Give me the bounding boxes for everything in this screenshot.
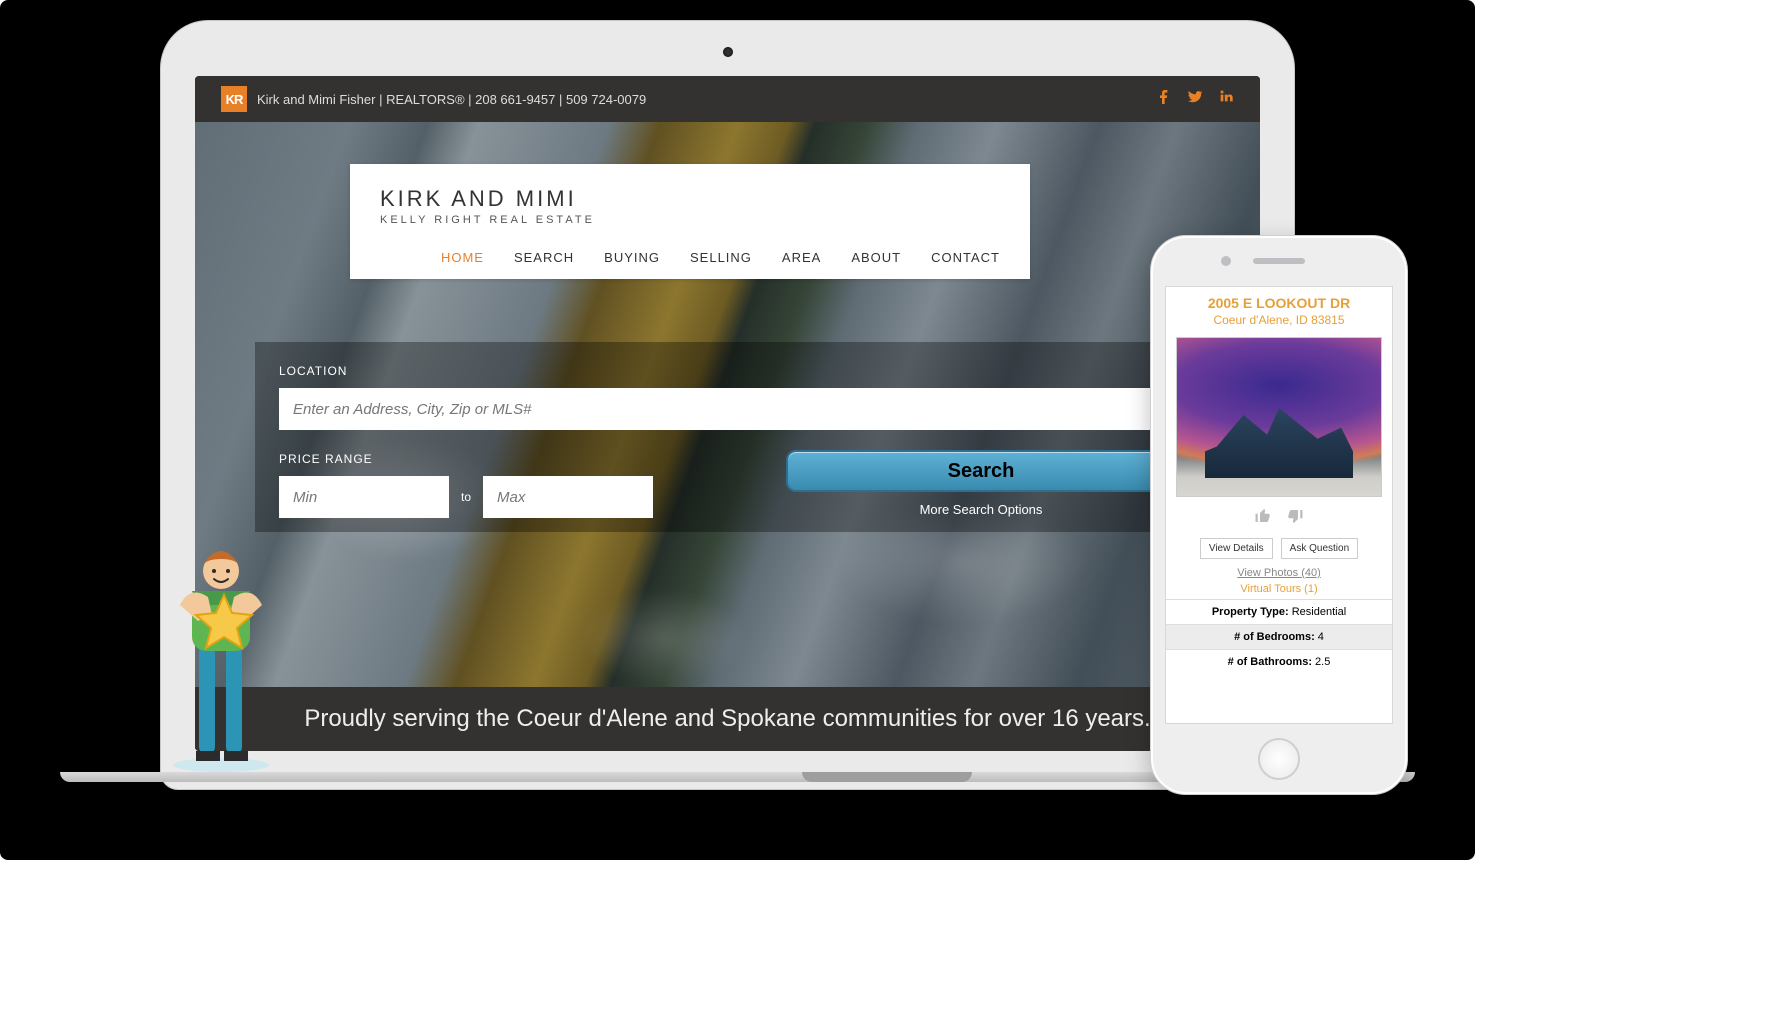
view-photos-link[interactable]: View Photos (40) <box>1166 567 1392 579</box>
search-button[interactable]: Search <box>786 450 1176 492</box>
listing-photo[interactable] <box>1176 337 1382 497</box>
tagline-bar: Proudly serving the Coeur d'Alene and Sp… <box>195 687 1260 751</box>
nav-selling[interactable]: SELLING <box>690 250 752 265</box>
price-to-label: to <box>461 490 471 504</box>
phone-home-button[interactable] <box>1258 738 1300 780</box>
hero-background: KIRK AND MIMI KELLY RIGHT REAL ESTATE HO… <box>195 122 1260 751</box>
spec-row: Property Type: Residential <box>1166 599 1392 624</box>
ask-question-button[interactable]: Ask Question <box>1281 538 1358 559</box>
more-search-options-link[interactable]: More Search Options <box>786 502 1176 517</box>
laptop-camera-icon <box>723 47 733 57</box>
phone-screen: 2005 E LOOKOUT DR Coeur d'Alene, ID 8381… <box>1165 286 1393 724</box>
price-min-input[interactable] <box>279 476 449 518</box>
laptop-trackpad-notch <box>802 772 972 782</box>
nav-home[interactable]: HOME <box>441 250 484 265</box>
main-nav: HOME SEARCH BUYING SELLING AREA ABOUT CO… <box>380 250 1000 265</box>
page-title: KIRK AND MIMI <box>380 186 1000 212</box>
search-panel: LOCATION PRICE RANGE to Search More Sear… <box>255 342 1200 532</box>
view-details-button[interactable]: View Details <box>1200 538 1273 559</box>
nav-search[interactable]: SEARCH <box>514 250 574 265</box>
nav-contact[interactable]: CONTACT <box>931 250 1000 265</box>
nav-card: KIRK AND MIMI KELLY RIGHT REAL ESTATE HO… <box>350 164 1030 279</box>
phone-camera-icon <box>1221 256 1231 266</box>
price-max-input[interactable] <box>483 476 653 518</box>
nav-area[interactable]: AREA <box>782 250 821 265</box>
spec-row: # of Bedrooms: 4 <box>1166 624 1392 649</box>
nav-about[interactable]: ABOUT <box>851 250 901 265</box>
location-label: LOCATION <box>279 364 1176 378</box>
laptop-screen: KR Kirk and Mimi Fisher | REALTORS® | 20… <box>195 76 1260 751</box>
person-with-star-illustration <box>166 543 276 773</box>
thumbs-up-icon[interactable] <box>1254 507 1272 530</box>
brand-logo[interactable]: KR <box>221 86 247 112</box>
location-input[interactable] <box>279 388 1176 430</box>
phone-frame: 2005 E LOOKOUT DR Coeur d'Alene, ID 8381… <box>1150 235 1408 795</box>
thumbs-down-icon[interactable] <box>1286 507 1304 530</box>
page-subtitle: KELLY RIGHT REAL ESTATE <box>380 214 1000 226</box>
contact-summary: Kirk and Mimi Fisher | REALTORS® | 208 6… <box>257 92 646 107</box>
nav-buying[interactable]: BUYING <box>604 250 660 265</box>
spec-row: # of Bathrooms: 2.5 <box>1166 649 1392 674</box>
facebook-icon[interactable] <box>1156 88 1172 111</box>
listing-city[interactable]: Coeur d'Alene, ID 83815 <box>1174 313 1384 327</box>
phone-speaker <box>1253 258 1305 264</box>
virtual-tours-link[interactable]: Virtual Tours (1) <box>1166 583 1392 595</box>
top-bar: KR Kirk and Mimi Fisher | REALTORS® | 20… <box>195 76 1260 122</box>
listing-address[interactable]: 2005 E LOOKOUT DR <box>1174 295 1384 311</box>
linkedin-icon[interactable] <box>1218 88 1234 111</box>
twitter-icon[interactable] <box>1186 88 1204 111</box>
